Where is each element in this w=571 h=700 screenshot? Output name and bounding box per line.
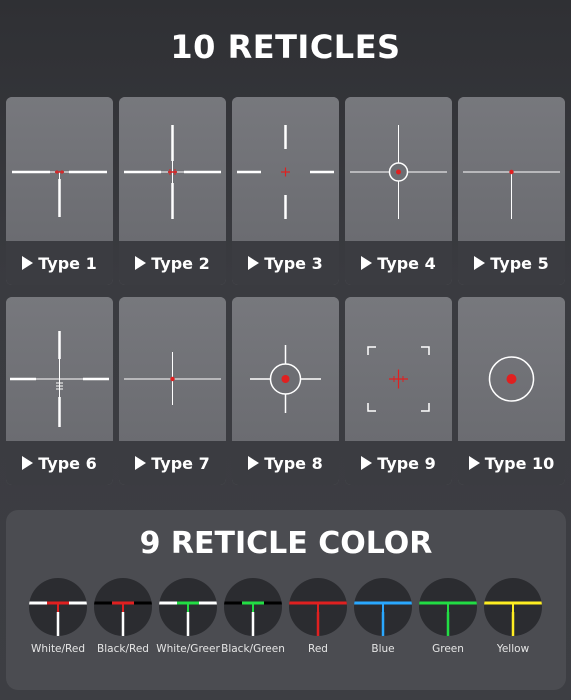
reticle-type-5-icon xyxy=(458,97,565,241)
play-triangle-icon xyxy=(468,456,480,470)
color-swatch-label: White/Greer xyxy=(156,643,220,655)
color-swatch-white-greer[interactable]: White/Greer xyxy=(156,578,220,655)
reticle-color-sample-icon xyxy=(29,578,87,636)
reticle-type-7-icon xyxy=(119,297,226,441)
reticle-card-type-5[interactable]: Type 5 xyxy=(458,97,565,285)
reticle-type-3-icon xyxy=(232,97,339,241)
reticle-color-sample-icon xyxy=(224,578,282,636)
reticle-label-text: Type 5 xyxy=(490,253,549,273)
reticle-label-text: Type 6 xyxy=(38,453,97,473)
color-swatch-red[interactable]: Red xyxy=(286,578,350,655)
play-triangle-icon xyxy=(22,456,34,470)
reticle-label-text: Type 2 xyxy=(151,253,210,273)
reticle-type-10-icon xyxy=(458,297,565,441)
reticle-type-4-icon xyxy=(345,97,452,241)
reticle-type-2-label: Type 2 xyxy=(119,241,226,285)
reticle-label-text: Type 10 xyxy=(484,453,555,473)
reticle-type-8-icon xyxy=(232,297,339,441)
reticle-label-text: Type 7 xyxy=(151,453,210,473)
reticle-card-type-6[interactable]: Type 6 xyxy=(6,297,113,485)
page-title: 10 RETICLES xyxy=(170,28,401,66)
play-triangle-icon xyxy=(248,256,260,270)
color-swatch-black-red[interactable]: Black/Red xyxy=(91,578,155,655)
reticle-label-text: Type 1 xyxy=(38,253,97,273)
color-swatch-label: White/Red xyxy=(30,643,86,655)
reticle-card-type-8[interactable]: Type 8 xyxy=(232,297,339,485)
color-swatch-black-green[interactable]: Black/Green xyxy=(221,578,285,655)
reticle-type-6-label: Type 6 xyxy=(6,441,113,485)
reticle-color-sample-icon xyxy=(94,578,152,636)
color-swatch-green[interactable]: Green xyxy=(416,578,480,655)
reticle-color-sample-icon xyxy=(354,578,412,636)
color-swatch-label: Black/Green xyxy=(221,643,285,655)
play-triangle-icon xyxy=(135,456,147,470)
reticle-type-1-label: Type 1 xyxy=(6,241,113,285)
play-triangle-icon xyxy=(474,256,486,270)
color-section-title: 9 RETICLE COLOR xyxy=(139,526,433,561)
reticle-card-type-2[interactable]: Type 2 xyxy=(119,97,226,285)
reticle-label-text: Type 4 xyxy=(377,253,436,273)
play-triangle-icon xyxy=(248,456,260,470)
play-triangle-icon xyxy=(135,256,147,270)
play-triangle-icon xyxy=(361,256,373,270)
reticle-color-panel: 9 RETICLE COLOR White/Red Black/Red White/… xyxy=(6,510,566,690)
reticle-type-8-label: Type 8 xyxy=(232,441,339,485)
reticle-label-text: Type 9 xyxy=(377,453,436,473)
reticle-type-9-icon xyxy=(345,297,452,441)
reticle-type-4-label: Type 4 xyxy=(345,241,452,285)
color-swatch-label: Red xyxy=(308,643,328,655)
color-swatch-yellow[interactable]: Yellow xyxy=(481,578,545,655)
play-triangle-icon xyxy=(22,256,34,270)
reticle-type-10-label: Type 10 xyxy=(458,441,565,485)
reticle-type-9-label: Type 9 xyxy=(345,441,452,485)
color-swatch-blue[interactable]: Blue xyxy=(351,578,415,655)
reticle-type-5-label: Type 5 xyxy=(458,241,565,285)
reticle-color-sample-icon xyxy=(289,578,347,636)
reticle-label-text: Type 8 xyxy=(264,453,323,473)
reticle-type-7-label: Type 7 xyxy=(119,441,226,485)
reticle-card-type-4[interactable]: Type 4 xyxy=(345,97,452,285)
reticle-color-sample-icon xyxy=(159,578,217,636)
reticle-color-sample-icon xyxy=(419,578,477,636)
reticle-card-type-7[interactable]: Type 7 xyxy=(119,297,226,485)
reticle-card-type-3[interactable]: Type 3 xyxy=(232,97,339,285)
play-triangle-icon xyxy=(361,456,373,470)
reticle-type-2-icon xyxy=(119,97,226,241)
color-swatch-label: Black/Red xyxy=(97,643,149,655)
reticle-card-type-9[interactable]: Type 9 xyxy=(345,297,452,485)
color-swatch-label: Blue xyxy=(371,643,395,655)
color-swatch-label: Green xyxy=(432,643,464,655)
color-swatch-white-red[interactable]: White/Red xyxy=(26,578,90,655)
reticle-color-sample-icon xyxy=(484,578,542,636)
color-swatch-label: Yellow xyxy=(496,643,530,655)
reticle-type-1-icon xyxy=(6,97,113,241)
reticle-type-6-icon xyxy=(6,297,113,441)
reticle-card-type-1[interactable]: Type 1 xyxy=(6,97,113,285)
reticle-label-text: Type 3 xyxy=(264,253,323,273)
reticle-type-3-label: Type 3 xyxy=(232,241,339,285)
reticle-card-type-10[interactable]: Type 10 xyxy=(458,297,565,485)
